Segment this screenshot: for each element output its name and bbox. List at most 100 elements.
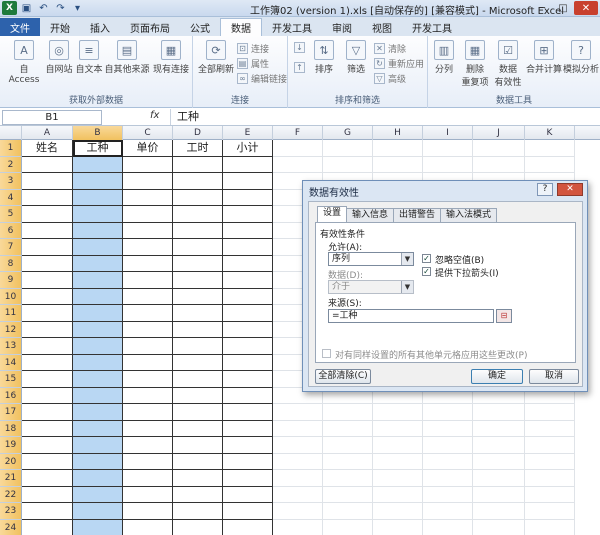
cell-f24[interactable]	[273, 519, 323, 535]
cell-c18[interactable]	[123, 420, 173, 437]
cell-e7[interactable]	[223, 239, 273, 256]
row-header-6[interactable]: 6	[0, 222, 22, 239]
cell-h17[interactable]	[373, 404, 423, 421]
cell-a4[interactable]	[22, 189, 73, 206]
tab-2[interactable]: 开始	[40, 18, 80, 36]
cell-a3[interactable]	[22, 173, 73, 190]
cell-e6[interactable]	[223, 222, 273, 239]
cell-d24[interactable]	[173, 519, 223, 535]
column-header-c[interactable]: C	[123, 126, 173, 140]
cell-b12[interactable]	[73, 321, 123, 338]
insert-function-icon[interactable]: fx	[150, 110, 159, 121]
cell-e19[interactable]	[223, 437, 273, 454]
cell-a12[interactable]	[22, 321, 73, 338]
cell-b13[interactable]	[73, 338, 123, 355]
cell-a18[interactable]	[22, 420, 73, 437]
name-box[interactable]: B1	[2, 110, 102, 125]
cell-k18[interactable]	[525, 420, 575, 437]
cell-g22[interactable]	[323, 486, 373, 503]
cell-d20[interactable]	[173, 453, 223, 470]
cell-e24[interactable]	[223, 519, 273, 535]
cell-a17[interactable]	[22, 404, 73, 421]
formula-input[interactable]: 工种	[170, 109, 600, 125]
cell-g2[interactable]	[323, 156, 373, 173]
cell-a2[interactable]	[22, 156, 73, 173]
cell-d4[interactable]	[173, 189, 223, 206]
cancel-button[interactable]: 取消	[529, 369, 579, 384]
cell-e2[interactable]	[223, 156, 273, 173]
tab-6[interactable]: 数据	[220, 18, 262, 36]
cell-i20[interactable]	[423, 453, 473, 470]
cell-d13[interactable]	[173, 338, 223, 355]
cell-b15[interactable]	[73, 371, 123, 388]
cell-e15[interactable]	[223, 371, 273, 388]
cell-c17[interactable]	[123, 404, 173, 421]
cell-f18[interactable]	[273, 420, 323, 437]
cell-c1[interactable]: 单价	[123, 140, 173, 157]
cell-i18[interactable]	[423, 420, 473, 437]
cell-a15[interactable]	[22, 371, 73, 388]
cell-c5[interactable]	[123, 206, 173, 223]
cell-b3[interactable]	[73, 173, 123, 190]
cell-c13[interactable]	[123, 338, 173, 355]
cell-b24[interactable]	[73, 519, 123, 535]
cell-e3[interactable]	[223, 173, 273, 190]
cell-b4[interactable]	[73, 189, 123, 206]
cell-b6[interactable]	[73, 222, 123, 239]
cell-i23[interactable]	[423, 503, 473, 520]
cell-k23[interactable]	[525, 503, 575, 520]
cell-d21[interactable]	[173, 470, 223, 487]
cell-d18[interactable]	[173, 420, 223, 437]
cell-f20[interactable]	[273, 453, 323, 470]
cell-k17[interactable]	[525, 404, 575, 421]
clear-all-button[interactable]: 全部清除(C)	[315, 369, 371, 384]
row-header-4[interactable]: 4	[0, 189, 22, 206]
row-header-15[interactable]: 15	[0, 371, 22, 388]
cell-h2[interactable]	[373, 156, 423, 173]
cell-e23[interactable]	[223, 503, 273, 520]
cell-c7[interactable]	[123, 239, 173, 256]
row-header-16[interactable]: 16	[0, 387, 22, 404]
cell-c9[interactable]	[123, 272, 173, 289]
ok-button[interactable]: 确定	[471, 369, 523, 384]
row-header-2[interactable]: 2	[0, 156, 22, 173]
cell-f17[interactable]	[273, 404, 323, 421]
cell-d23[interactable]	[173, 503, 223, 520]
cell-g21[interactable]	[323, 470, 373, 487]
cell-b14[interactable]	[73, 354, 123, 371]
cell-d5[interactable]	[173, 206, 223, 223]
cell-h18[interactable]	[373, 420, 423, 437]
cell-j19[interactable]	[473, 437, 525, 454]
cell-e11[interactable]	[223, 305, 273, 322]
cell-i19[interactable]	[423, 437, 473, 454]
cell-j24[interactable]	[473, 519, 525, 535]
row-header-22[interactable]: 22	[0, 486, 22, 503]
dialog-close-button[interactable]: ✕	[557, 183, 583, 196]
cell-k19[interactable]	[525, 437, 575, 454]
cell-k22[interactable]	[525, 486, 575, 503]
row-header-17[interactable]: 17	[0, 404, 22, 421]
row-header-24[interactable]: 24	[0, 519, 22, 535]
cell-j21[interactable]	[473, 470, 525, 487]
row-header-9[interactable]: 9	[0, 272, 22, 289]
cell-i1[interactable]	[423, 140, 473, 157]
cell-b9[interactable]	[73, 272, 123, 289]
row-header-7[interactable]: 7	[0, 239, 22, 256]
row-header-1[interactable]: 1	[0, 140, 22, 157]
cell-e18[interactable]	[223, 420, 273, 437]
cell-j2[interactable]	[473, 156, 525, 173]
cell-a10[interactable]	[22, 288, 73, 305]
cell-a1[interactable]: 姓名	[22, 140, 73, 157]
cell-i17[interactable]	[423, 404, 473, 421]
refresh-all-button[interactable]: ⟳ 全部刷新	[197, 40, 235, 75]
cell-c4[interactable]	[123, 189, 173, 206]
cell-b16[interactable]	[73, 387, 123, 404]
cell-b19[interactable]	[73, 437, 123, 454]
cell-c8[interactable]	[123, 255, 173, 272]
cell-b10[interactable]	[73, 288, 123, 305]
cell-a14[interactable]	[22, 354, 73, 371]
cell-f21[interactable]	[273, 470, 323, 487]
cell-b1[interactable]: 工种	[73, 140, 123, 157]
column-header-d[interactable]: D	[173, 126, 223, 140]
column-header-j[interactable]: J	[473, 126, 525, 140]
